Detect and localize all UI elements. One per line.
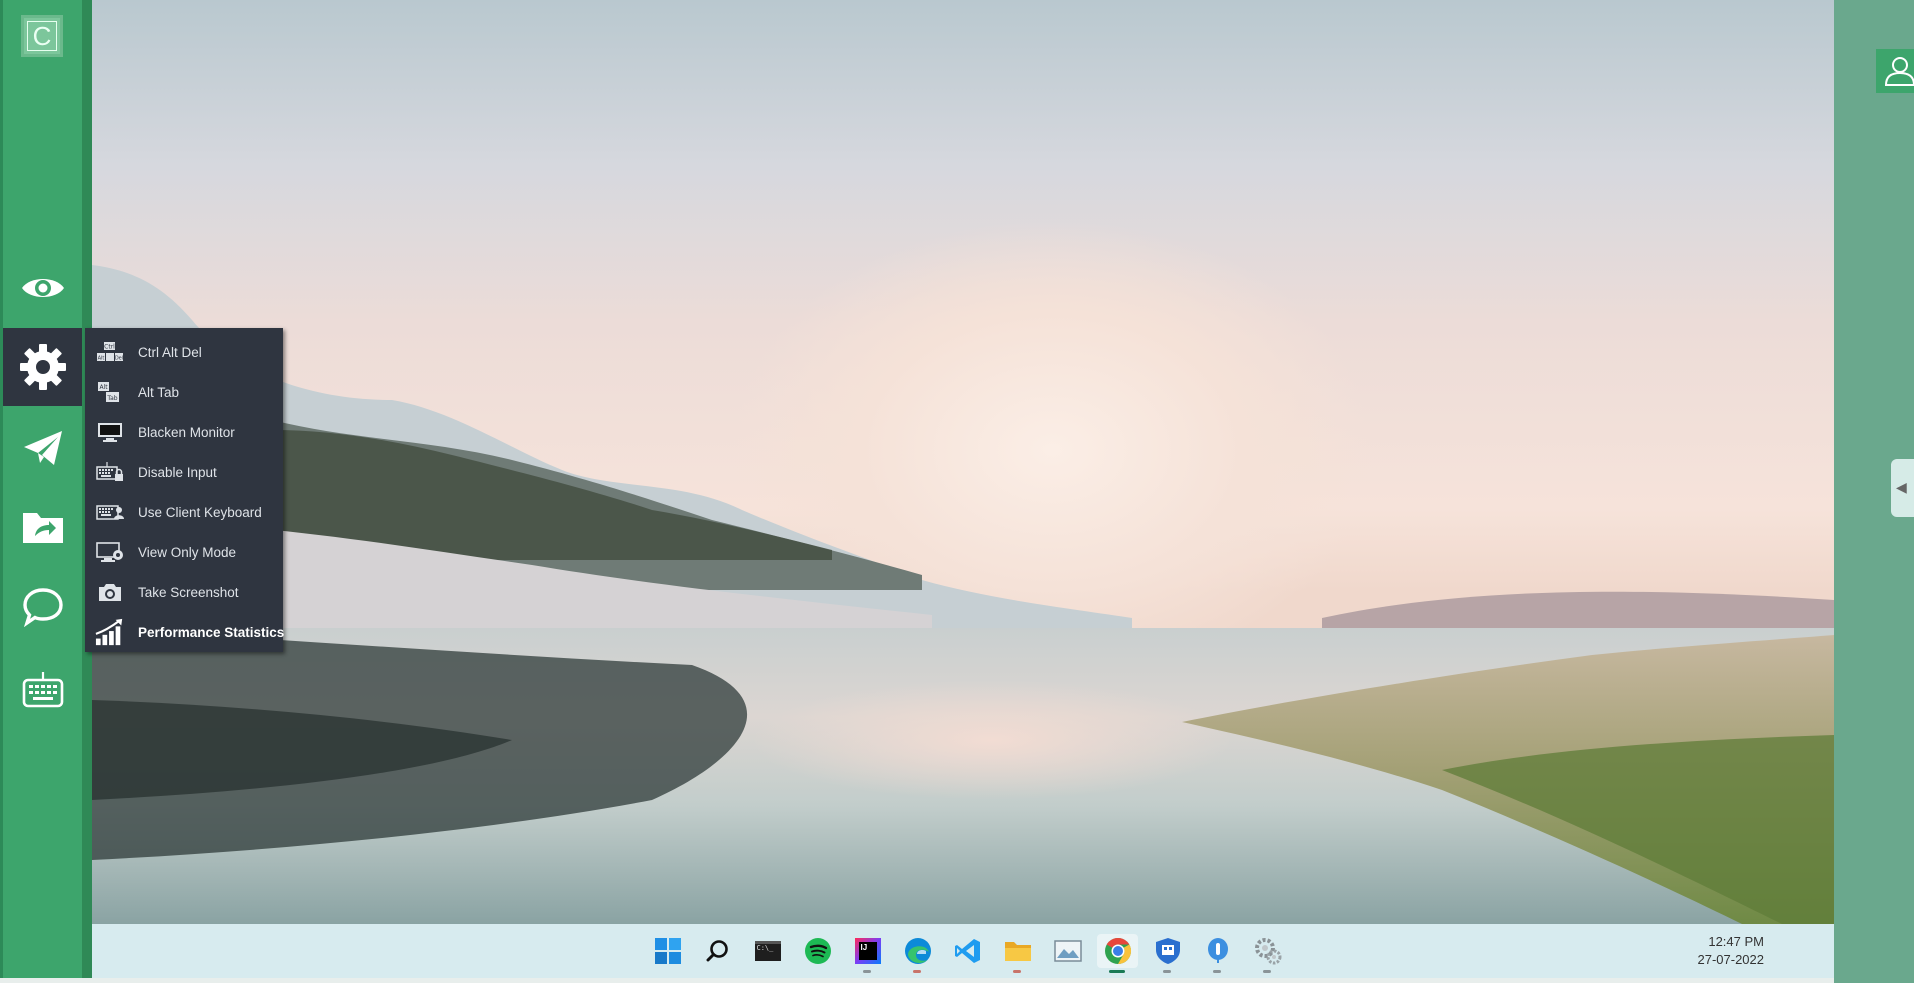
menu-item-blacken-monitor[interactable]: Blacken Monitor — [85, 412, 283, 452]
actions-button[interactable] — [3, 328, 82, 406]
intellij-text: IJ — [858, 942, 877, 960]
windows-start-icon — [654, 938, 681, 964]
terminal-text: C:\_ — [756, 944, 774, 952]
monitor-eye-icon — [95, 539, 125, 565]
chrome-icon — [1104, 937, 1131, 965]
taskbar-icons: C:\_ IJ — [647, 934, 1288, 973]
tab-key-text: Tab — [106, 395, 117, 402]
menu-item-use-client-keyboard[interactable]: Use Client Keyboard — [85, 492, 283, 532]
running-indicator — [863, 970, 871, 973]
menu-item-performance-statistics[interactable]: Performance Statistics — [85, 612, 285, 652]
menu-item-take-screenshot[interactable]: Take Screenshot — [85, 572, 283, 612]
search-button[interactable] — [697, 934, 738, 968]
ctrl-alt-del-keys-icon: Ctrl Alt Del — [95, 339, 125, 365]
chat-bubble-icon — [22, 588, 63, 627]
keyboard-icon — [22, 672, 63, 708]
desktop-wallpaper — [92, 0, 1834, 924]
windows-taskbar: C:\_ IJ 12:47 PM 27-07-2022 — [92, 924, 1834, 978]
running-indicator — [1213, 970, 1221, 973]
collapse-arrow-icon: ◀ — [1896, 479, 1907, 495]
clock-time: 12:47 PM — [1708, 934, 1764, 949]
intellij-app[interactable]: IJ — [847, 934, 888, 973]
view-button[interactable] — [3, 249, 82, 327]
active-indicator — [1109, 970, 1125, 973]
search-icon — [706, 940, 728, 962]
send-button[interactable] — [3, 409, 82, 487]
folder-share-icon — [22, 513, 63, 543]
pinned-app[interactable] — [1197, 934, 1238, 973]
menu-item-label: Ctrl Alt Del — [138, 344, 202, 360]
running-indicator — [1013, 970, 1021, 973]
gear-icon — [19, 344, 66, 390]
start-button[interactable] — [647, 934, 688, 968]
photos-app[interactable] — [1047, 934, 1088, 968]
left-toolbar: C — [0, 0, 92, 978]
menu-item-disable-input[interactable]: Disable Input — [85, 452, 283, 492]
edge-icon — [904, 938, 931, 964]
actions-menu: Ctrl Alt Del Ctrl Alt Del Alt Tab Alt Ta… — [85, 328, 285, 652]
intellij-icon: IJ — [854, 938, 881, 964]
running-indicator — [1163, 970, 1171, 973]
photos-icon — [1053, 940, 1082, 962]
settings-icon — [1254, 938, 1281, 965]
alt-tab-keys-icon: Alt Tab — [95, 379, 125, 405]
user-icon — [1884, 57, 1914, 86]
vscode-icon — [954, 939, 980, 963]
del-key-text: Del — [115, 356, 123, 362]
menu-item-view-only-mode[interactable]: View Only Mode — [85, 532, 283, 572]
security-app[interactable] — [1147, 934, 1188, 973]
menu-item-label: View Only Mode — [138, 544, 237, 560]
user-button[interactable] — [1876, 49, 1914, 93]
file-explorer-icon — [1004, 942, 1031, 961]
eye-icon — [21, 279, 64, 297]
keyboard-user-icon — [95, 499, 125, 525]
logo-letter: C — [27, 21, 57, 51]
keyboard-button[interactable] — [3, 651, 82, 729]
camera-icon — [95, 579, 125, 605]
ctrl-key-text: Ctrl — [104, 344, 115, 351]
menu-item-label: Take Screenshot — [138, 584, 239, 600]
terminal-app[interactable]: C:\_ — [747, 934, 788, 968]
menu-item-ctrl-alt-del[interactable]: Ctrl Alt Del Ctrl Alt Del — [85, 332, 283, 372]
settings-app[interactable] — [1247, 934, 1288, 973]
menu-item-label: Performance Statistics — [138, 624, 285, 640]
chat-button[interactable] — [3, 568, 82, 646]
keyboard-lock-icon — [95, 459, 125, 485]
menu-item-alt-tab[interactable]: Alt Tab Alt Tab — [85, 372, 283, 412]
file-explorer-app[interactable] — [997, 934, 1038, 973]
remote-desktop[interactable] — [92, 0, 1834, 924]
bar-chart-icon — [95, 618, 125, 646]
windows-security-icon — [1155, 938, 1180, 964]
running-indicator — [1263, 970, 1271, 973]
file-transfer-button[interactable] — [3, 488, 82, 566]
spotify-icon — [804, 938, 831, 964]
menu-item-label: Alt Tab — [138, 384, 180, 400]
clock-date: 27-07-2022 — [1697, 952, 1765, 967]
menu-item-label: Blacken Monitor — [138, 424, 235, 440]
chrome-app[interactable] — [1097, 934, 1138, 973]
monitor-icon — [95, 419, 125, 445]
app-logo: C — [21, 15, 63, 57]
menu-item-label: Disable Input — [138, 464, 217, 480]
pin-app-icon — [1207, 938, 1228, 963]
paper-plane-icon — [23, 431, 62, 465]
bottom-strip — [0, 978, 1834, 983]
alt-key-text: Alt — [98, 356, 105, 362]
spotify-app[interactable] — [797, 934, 838, 968]
terminal-icon: C:\_ — [754, 941, 781, 961]
running-indicator — [913, 970, 921, 973]
alt-key-text: Alt — [99, 384, 108, 391]
vscode-app[interactable] — [947, 934, 988, 968]
system-clock[interactable]: 12:47 PM 27-07-2022 — [1698, 933, 1765, 969]
edge-app[interactable] — [897, 934, 938, 973]
menu-item-label: Use Client Keyboard — [138, 504, 262, 520]
collapse-panel-tab[interactable]: ◀ — [1891, 459, 1914, 517]
